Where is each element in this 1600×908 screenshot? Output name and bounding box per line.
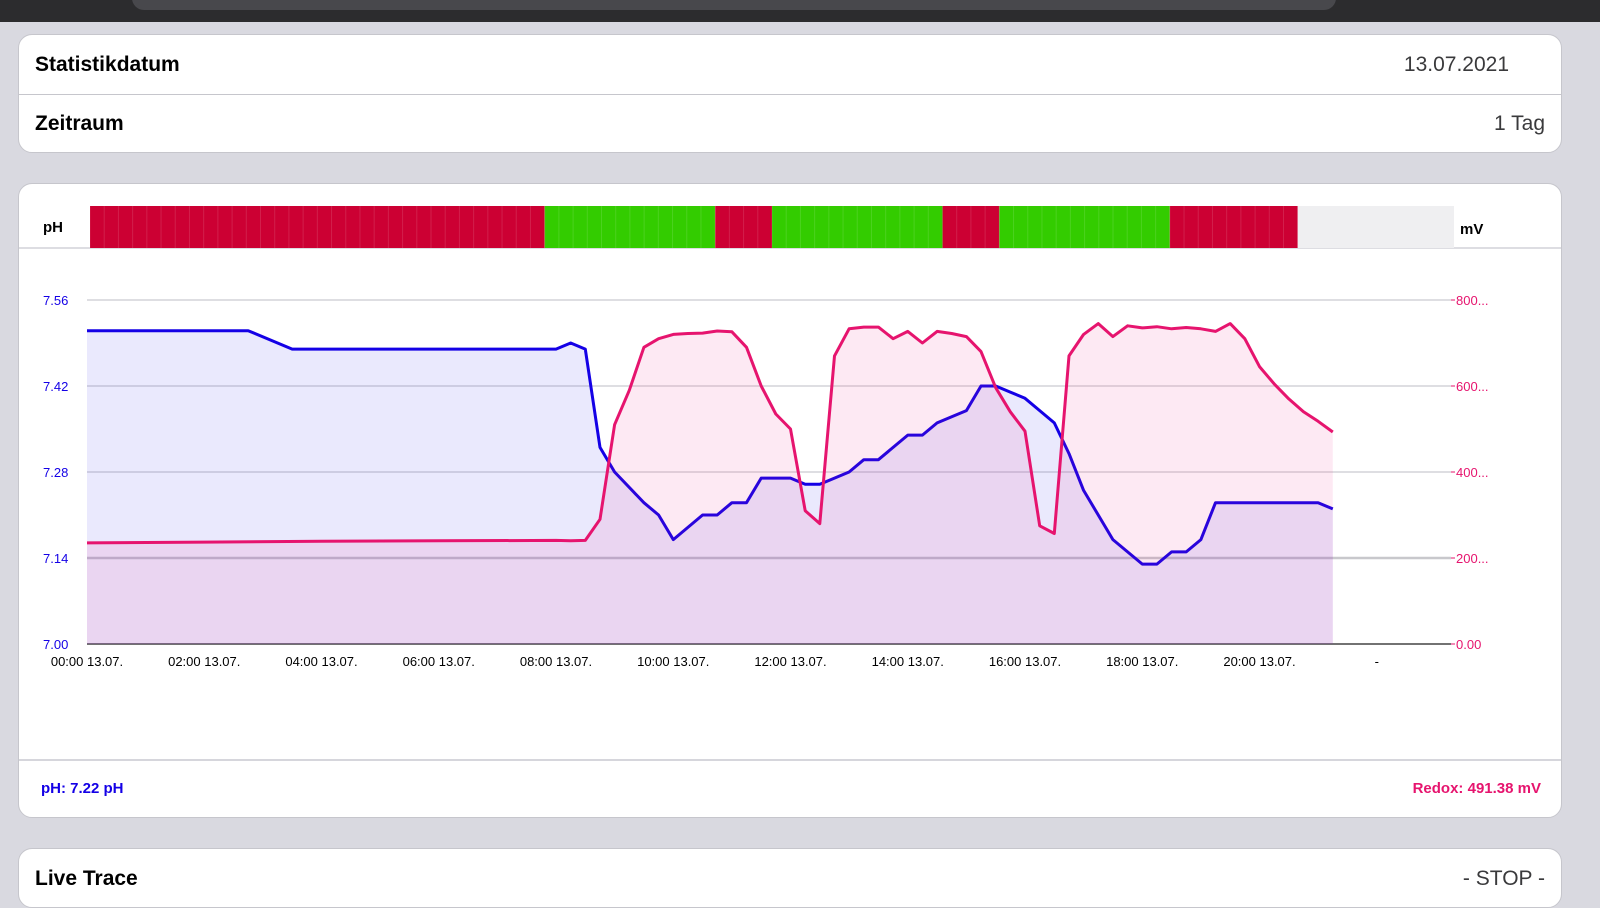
x-tick-label: 04:00 13.07.	[285, 654, 357, 669]
address-pill[interactable]	[132, 0, 1336, 10]
y-left-tick-label: 7.42	[43, 379, 68, 394]
period-value[interactable]: 1 Tag	[1494, 112, 1545, 136]
period-label: Zeitraum	[35, 112, 124, 135]
top-bar	[0, 0, 1600, 22]
right-unit-label: mV	[1460, 221, 1483, 238]
chart-footer-divider	[19, 759, 1561, 761]
live-trace-card: Live Trace - STOP -	[18, 848, 1562, 908]
ph-redox-chart: pH mV 7.00 0.00 7.14 200... 7.28 400... 7.42 600.…	[19, 206, 1561, 669]
x-tick-label: 20:00 13.07.	[1223, 654, 1295, 669]
current-redox-readout: Redox: 491.38 mV	[1412, 780, 1541, 797]
x-tick-label: 08:00 13.07.	[520, 654, 592, 669]
x-tick-label: 12:00 13.07.	[754, 654, 826, 669]
x-tick-label: 06:00 13.07.	[403, 654, 475, 669]
y-left-tick-label: 7.14	[43, 551, 68, 566]
statistics-settings-card: Statistikdatum 13.07.2021 Zeitraum 1 Tag	[18, 34, 1562, 153]
y-left-tick-label: 7.28	[43, 465, 68, 480]
x-tick-label: 18:00 13.07.	[1106, 654, 1178, 669]
live-trace-label: Live Trace	[35, 866, 138, 890]
status-segment-6	[1169, 206, 1298, 248]
y-right-tick-label: 800...	[1456, 293, 1489, 308]
x-tick-label: 02:00 13.07.	[168, 654, 240, 669]
left-unit-label: pH	[43, 219, 63, 236]
stat-date-label: Statistikdatum	[35, 52, 180, 76]
y-left-tick-label: 7.00	[43, 637, 68, 652]
y-right-tick-label: 0.00	[1456, 637, 1481, 652]
x-tick-label: 00:00 13.07.	[51, 654, 123, 669]
statistics-chart-card: pH mV 7.00 0.00 7.14 200... 7.28 400... 7.42 600.…	[18, 183, 1562, 818]
y-right-tick-label: 600...	[1456, 379, 1489, 394]
x-tick-label: -	[1375, 654, 1379, 669]
live-trace-stop-button[interactable]: - STOP -	[1463, 867, 1545, 891]
y-right-tick-label: 200...	[1456, 551, 1489, 566]
y-left-tick-label: 7.56	[43, 293, 68, 308]
period-row[interactable]: Zeitraum 1 Tag	[19, 94, 1561, 152]
x-tick-label: 16:00 13.07.	[989, 654, 1061, 669]
status-segment-7	[1297, 206, 1454, 248]
y-right-tick-label: 400...	[1456, 465, 1489, 480]
live-trace-row[interactable]: Live Trace - STOP -	[19, 849, 1561, 907]
stat-date-row[interactable]: Statistikdatum 13.07.2021	[19, 35, 1561, 94]
x-tick-label: 14:00 13.07.	[872, 654, 944, 669]
current-ph-readout: pH: 7.22 pH	[41, 780, 124, 797]
x-tick-label: 10:00 13.07.	[637, 654, 709, 669]
stat-date-value[interactable]: 13.07.2021	[1404, 53, 1509, 77]
